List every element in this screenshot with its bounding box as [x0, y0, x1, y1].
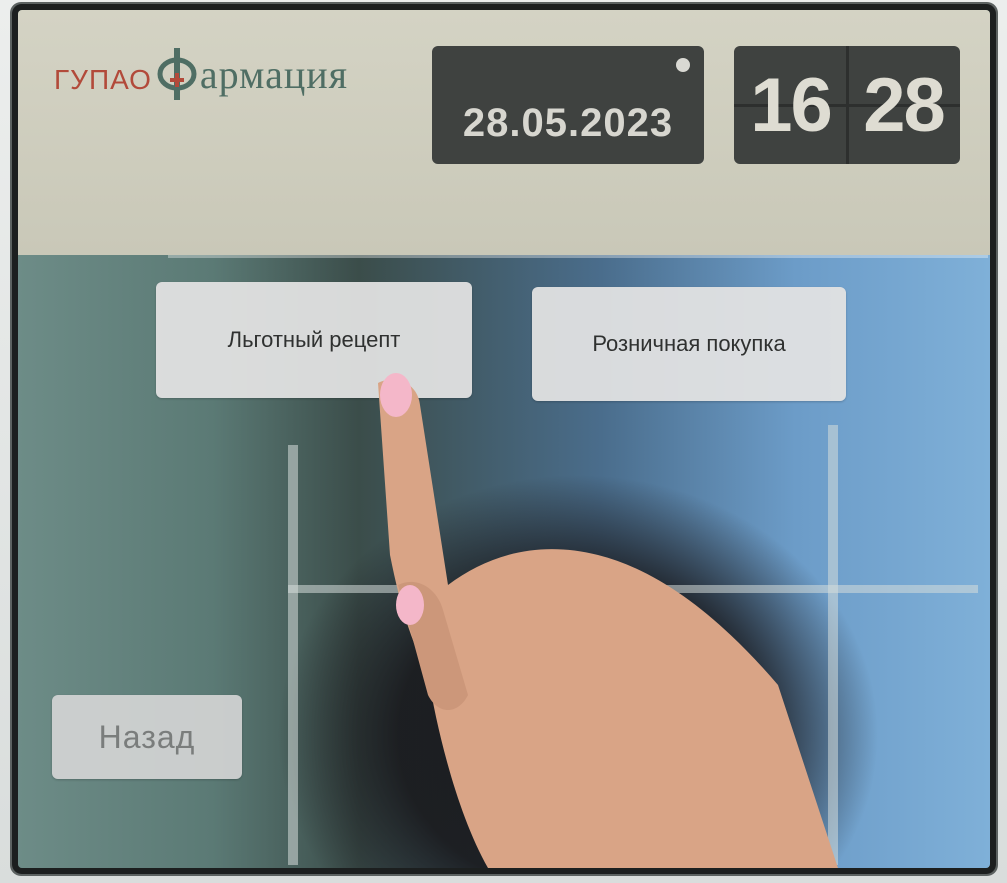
reflection-light [168, 255, 988, 258]
retail-purchase-button[interactable]: Розничная покупка [532, 287, 846, 401]
brand-logo: ГУПАО армация [54, 44, 348, 102]
back-label: Назад [98, 718, 196, 755]
date-text: 28.05.2023 [462, 100, 674, 145]
logo-prefix: ГУПАО [54, 64, 152, 95]
indicator-dot [676, 58, 690, 72]
date-display: 28.05.2023 [432, 46, 704, 164]
preferential-prescription-button[interactable]: Льготный рецепт [156, 282, 472, 398]
header-bar: ГУПАО армация 28.05.2023 16 28 [18, 10, 990, 255]
clock-display: 16 28 [734, 46, 960, 164]
pharmacy-cross-logo-icon [157, 48, 197, 100]
reflection-window-frame [288, 445, 298, 865]
clock-minutes: 28 [863, 62, 946, 148]
hand-shape [378, 379, 838, 868]
reflection-window-frame [828, 425, 838, 865]
reflection-window-frame [288, 585, 978, 593]
clock-hours: 16 [750, 62, 833, 148]
preferential-prescription-label: Льготный рецепт [227, 327, 401, 352]
main-area: Льготный рецепт Розничная покупка Назад [18, 255, 990, 868]
kiosk-screen: ГУПАО армация 28.05.2023 16 28 Льготный … [18, 10, 990, 868]
finger-shape [398, 581, 468, 710]
back-button[interactable]: Назад [52, 695, 242, 779]
retail-purchase-label: Розничная покупка [592, 331, 786, 356]
logo-name: армация [199, 52, 349, 97]
